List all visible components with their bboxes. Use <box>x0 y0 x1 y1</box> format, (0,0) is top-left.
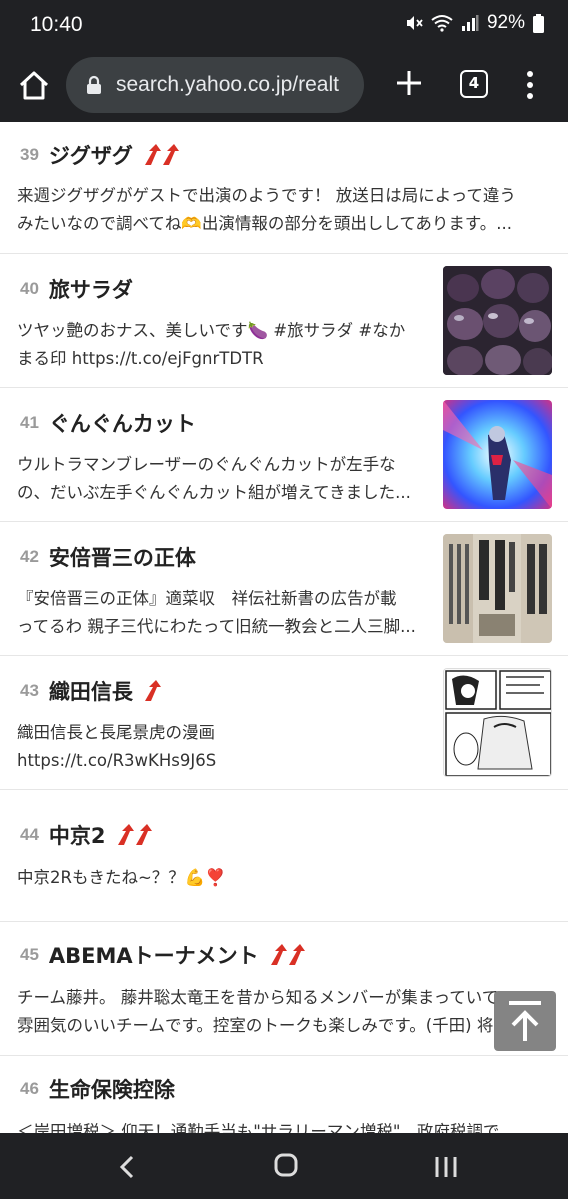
keyword-link[interactable]: 生命保険控除 <box>49 1074 175 1104</box>
list-item[interactable]: 44 中京2 中京2Rもきたね~？？💪❣️ <box>0 790 568 922</box>
list-item[interactable]: 45 ABEMAトーナメント チーム藤井。 藤井聡太竜王を昔から知るメンバーが集… <box>0 922 568 1056</box>
rank-number: 46 <box>20 1079 39 1098</box>
description-line: 雰囲気のいいチームです。控室のトークも楽しみです。(千田) 将 <box>17 1016 494 1035</box>
realtime-ranking-list: 39 ジグザグ 来週ジグザグがゲストで出演のようです！ 放送日は局によって違う … <box>0 122 568 1133</box>
rank-number: 44 <box>20 825 39 844</box>
rounded-square-icon <box>274 1153 298 1177</box>
list-item[interactable]: 42 安倍晋三の正体 『安倍晋三の正体』適菜収 祥伝社新書の広告が載 ってるわ … <box>0 522 568 656</box>
overflow-menu-button[interactable] <box>518 68 542 102</box>
browser-toolbar: search.yahoo.co.jp/realt 4 <box>0 52 568 122</box>
rank-number: 41 <box>20 413 39 432</box>
thumbnail-newspaper-ad[interactable] <box>443 534 552 643</box>
keyword-link[interactable]: ぐんぐんカット <box>49 408 196 438</box>
rank-number: 40 <box>20 279 39 298</box>
address-bar[interactable]: search.yahoo.co.jp/realt <box>66 57 364 113</box>
description-line: ウルトラマンブレーザーのぐんぐんカットが左手な <box>17 455 396 474</box>
battery-percent: 92% <box>486 12 525 33</box>
description-line: 織田信長と長尾景虎の漫画 <box>17 723 215 742</box>
keyword-link[interactable]: ABEMAトーナメント <box>49 940 259 970</box>
keyword-link[interactable]: 旅サラダ <box>49 274 133 304</box>
status-time: 10:40 <box>30 13 83 36</box>
keyword-link[interactable]: 織田信長 <box>49 676 133 706</box>
home-icon <box>19 71 49 100</box>
plus-icon <box>397 71 421 95</box>
system-home-button[interactable] <box>272 1151 300 1179</box>
new-tab-button[interactable] <box>394 68 424 98</box>
recents-icon <box>435 1157 457 1177</box>
arrow-up-icon <box>509 1001 541 1041</box>
list-item[interactable]: 40 旅サラダ ツヤッ艶のおナス、美しいです🍆 #旅サラダ #なか まる印 ht… <box>0 254 568 388</box>
trend-up-double-icon <box>116 823 154 847</box>
list-item[interactable]: 39 ジグザグ 来週ジグザグがゲストで出演のようです！ 放送日は局によって違う … <box>0 122 568 254</box>
description-line: 『安倍晋三の正体』適菜収 祥伝社新書の広告が載 <box>17 589 397 608</box>
rank-number: 39 <box>20 145 39 164</box>
recent-apps-button[interactable] <box>432 1153 460 1181</box>
description-line: 来週ジグザグがゲストで出演のようです！ 放送日は局によって違う <box>17 186 516 205</box>
rank-number: 43 <box>20 681 39 700</box>
trend-up-double-icon <box>269 943 307 967</box>
status-bar: 10:40 92% <box>0 0 568 52</box>
lock-icon <box>87 75 101 94</box>
list-item[interactable]: 41 ぐんぐんカット ウルトラマンブレーザーのぐんぐんカットが左手な の、だいぶ… <box>0 388 568 522</box>
list-item[interactable]: 46 生命保険控除 ＜岸田増税＞ 仰天！通勤手当も"サラリーマン増税" 政府税調… <box>0 1056 568 1133</box>
keyword-link[interactable]: 中京2 <box>49 820 106 850</box>
description-line: チーム藤井。 藤井聡太竜王を昔から知るメンバーが集まっていて <box>17 988 499 1007</box>
signal-icon <box>461 14 479 32</box>
description-line: みたいなので調べてね🫶出演情報の部分を頭出ししてあります。... <box>17 214 512 233</box>
description-line: 中京2Rもきたね~？？💪❣️ <box>17 868 226 887</box>
description-line: https://t.co/R3wKHs9J6S <box>17 751 217 770</box>
mute-icon <box>405 14 423 32</box>
description-line: ってるわ 親子三代にわたって旧統一教会と二人三脚... <box>17 617 416 636</box>
keyword-link[interactable]: ジグザグ <box>49 140 133 170</box>
trend-up-double-icon <box>143 143 181 167</box>
tab-switcher-button[interactable]: 4 <box>460 70 488 98</box>
wifi-icon <box>431 14 453 32</box>
description-line: の、だいぶ左手ぐんぐんカット組が増えてきました... <box>17 483 411 502</box>
thumbnail-manga-page[interactable] <box>443 668 552 777</box>
battery-icon <box>533 13 544 33</box>
thumbnail-eggplants[interactable] <box>443 266 552 375</box>
chevron-left-icon <box>119 1155 134 1179</box>
rank-number: 42 <box>20 547 39 566</box>
keyword-link[interactable]: 安倍晋三の正体 <box>49 542 196 572</box>
url-text: search.yahoo.co.jp/realt <box>116 73 339 96</box>
description-line: ＜岸田増税＞ 仰天！通勤手当も"サラリーマン増税" 政府税調で <box>17 1122 500 1133</box>
description-line: ツヤッ艶のおナス、美しいです🍆 #旅サラダ #なか <box>17 321 406 340</box>
rank-number: 45 <box>20 945 39 964</box>
list-item[interactable]: 43 織田信長 織田信長と長尾景虎の漫画 https://t.co/R3wKHs… <box>0 656 568 790</box>
description-line: まる印 https://t.co/ejFgnrTDTR <box>17 349 264 368</box>
status-icons: 92% <box>405 12 544 34</box>
trend-up-icon <box>143 679 163 703</box>
back-button[interactable] <box>114 1153 142 1181</box>
home-button[interactable] <box>16 68 52 104</box>
system-navigation-bar <box>0 1133 568 1199</box>
thumbnail-ultraman[interactable] <box>443 400 552 509</box>
scroll-to-top-button[interactable] <box>494 991 556 1051</box>
more-vertical-icon <box>527 71 533 99</box>
